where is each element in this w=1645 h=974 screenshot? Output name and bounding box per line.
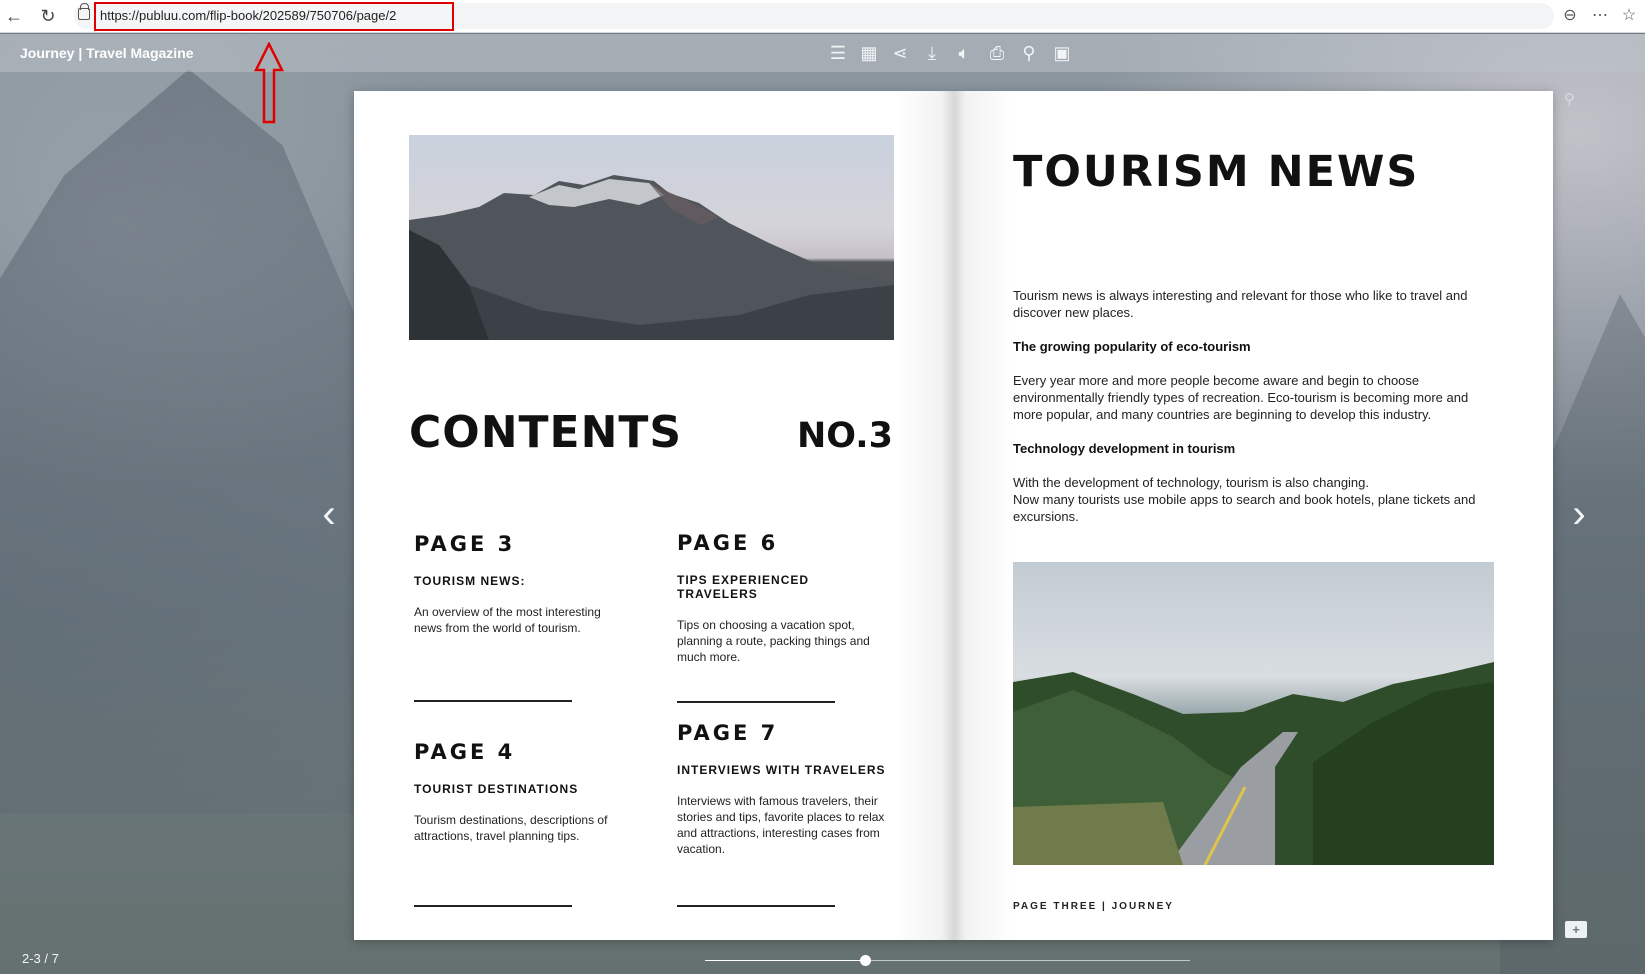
page-footer: PAGE THREE | JOURNEY [1013,901,1174,912]
search-icon[interactable]: ⚲ [1564,90,1582,108]
subheading: Technology development in tourism [1013,441,1236,456]
reload-icon[interactable]: ↻ [36,4,60,28]
toc-description: An overview of the most interesting news… [414,605,601,635]
share-icon[interactable]: ⋖ [888,41,912,65]
toc-description: Interviews with famous travelers, their … [677,794,885,856]
paragraph: Now many tourists use mobile apps to sea… [1013,492,1476,524]
divider [677,701,835,703]
flipbook-reader: Journey | Travel Magazine ☰ ▦ ⋖ ⤓ 🔈︎ ⎙ ⚲… [0,34,1645,974]
browser-toolbar: ← ↻ https://publuu.com/flip-book/202589/… [0,0,1645,33]
download-icon[interactable]: ⤓ [920,41,944,65]
toc-page-number: PAGE 3 [414,532,516,556]
lock-icon [78,3,90,20]
progress-knob[interactable] [860,955,872,966]
book-spread: CONTENTS NO.3 PAGE 3 TOURISM NEWS: An ov… [354,91,1553,940]
page-title: TOURISM NEWS [1013,147,1420,197]
issue-number: NO.3 [797,416,893,456]
toc-heading: TOURISM NEWS: [414,574,526,588]
toc-page-number: PAGE 7 [677,721,779,745]
table-of-contents-icon[interactable]: ☰ [826,41,850,65]
divider [414,700,572,702]
road-photo [1013,562,1494,865]
print-icon[interactable]: ⎙ [985,41,1009,65]
progress-fill [705,960,866,961]
toc-item[interactable]: PAGE 3 TOURISM NEWS: An overview of the … [414,532,624,636]
annotation-arrow-icon [254,42,284,124]
page-progress-slider[interactable] [705,955,1190,966]
toc-item[interactable]: PAGE 6 TIPS EXPERIENCED TRAVELERS Tips o… [677,531,887,665]
toc-heading: INTERVIEWS WITH TRAVELERS [677,763,886,777]
toc-heading: TIPS EXPERIENCED TRAVELERS [677,573,810,601]
intro-paragraph: Tourism news is always interesting and r… [1013,288,1468,320]
comment-icon[interactable]: + [1565,921,1587,938]
subheading: The growing popularity of eco-tourism [1013,339,1251,354]
paragraph: With the development of technology, tour… [1013,475,1370,490]
fullscreen-icon[interactable]: ▣ [1050,41,1074,65]
page-indicator: 2-3 / 7 [22,951,59,966]
contents-title: CONTENTS [409,407,683,458]
toc-description: Tips on choosing a vacation spot, planni… [677,618,870,664]
toc-page-number: PAGE 4 [414,740,516,764]
toc-item[interactable]: PAGE 7 INTERVIEWS WITH TRAVELERS Intervi… [677,721,887,857]
article-body: Tourism news is always interesting and r… [1013,287,1495,525]
mountain-photo [409,135,894,340]
toc-page-number: PAGE 6 [677,531,779,555]
divider [677,905,835,907]
zoom-icon[interactable]: ⚲ [1017,41,1041,65]
toc-description: Tourism destinations, descriptions of at… [414,813,608,843]
toc-heading: TOURIST DESTINATIONS [414,782,579,796]
url-text[interactable]: https://publuu.com/flip-book/202589/7507… [100,8,396,23]
more-options-icon[interactable]: ⋯ [1589,5,1611,27]
previous-page-icon[interactable]: ‹ [318,494,340,534]
book-gutter [894,91,1014,940]
paragraph: Every year more and more people become a… [1013,373,1469,422]
toc-item[interactable]: PAGE 4 TOURIST DESTINATIONS Tourism dest… [414,740,624,844]
bookmark-star-icon[interactable]: ☆ [1618,5,1640,27]
next-page-icon[interactable]: › [1568,494,1590,534]
reader-topbar: Journey | Travel Magazine ☰ ▦ ⋖ ⤓ 🔈︎ ⎙ ⚲… [0,34,1645,72]
back-arrow-icon[interactable]: ← [2,4,26,28]
sound-icon[interactable]: 🔈︎ [952,41,976,65]
zoom-out-icon[interactable]: ⊖ [1559,5,1581,27]
grid-icon[interactable]: ▦ [857,41,881,65]
magazine-title: Journey | Travel Magazine [20,45,194,61]
divider [414,905,572,907]
